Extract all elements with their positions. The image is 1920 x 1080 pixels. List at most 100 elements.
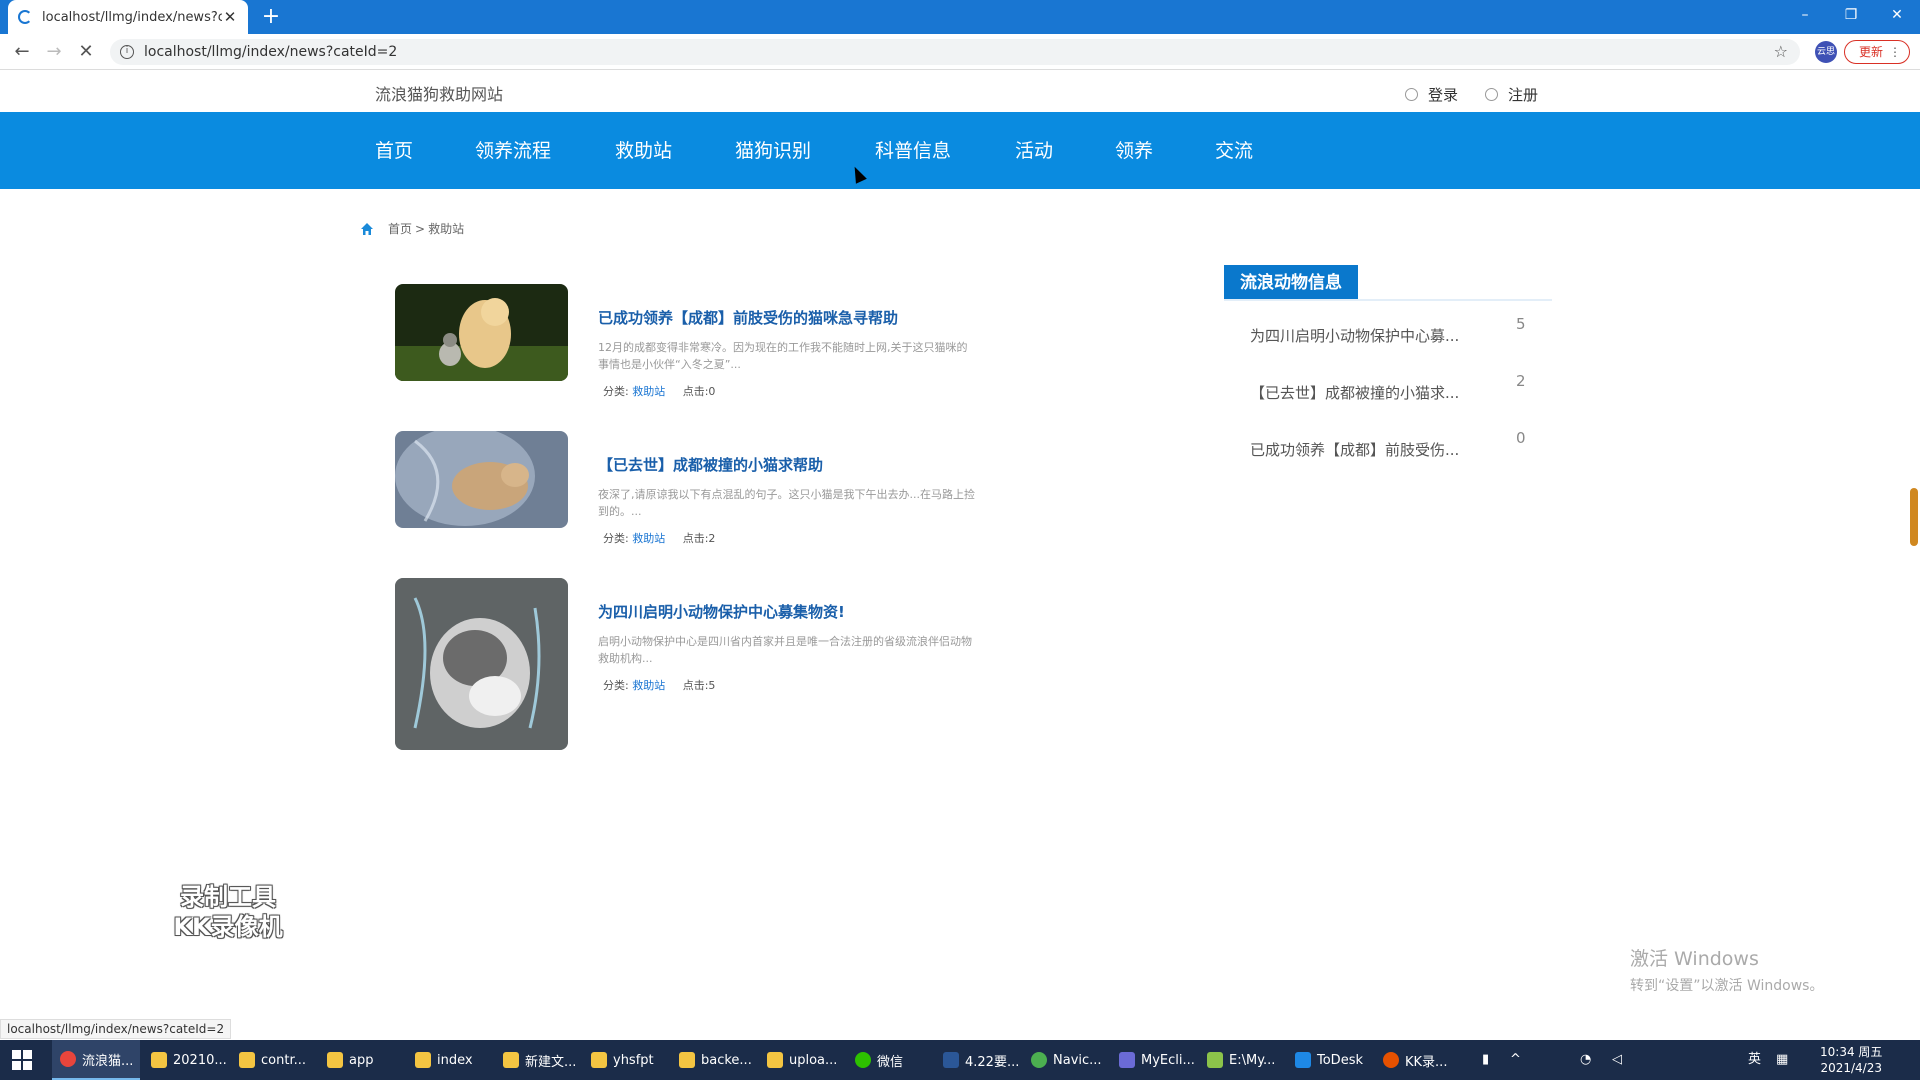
taskbar-item[interactable]: yhsfpt [583, 1040, 668, 1080]
taskbar-item[interactable]: 流浪猫... [52, 1040, 140, 1080]
taskbar-item[interactable]: app [319, 1040, 404, 1080]
new-tab-button[interactable]: + [258, 4, 284, 30]
news-title[interactable]: 【已去世】成都被撞的小猫求帮助 [598, 454, 823, 475]
notepad-icon [1207, 1052, 1223, 1068]
myeclipse-icon [1119, 1052, 1135, 1068]
watermark-line: KK录像机 [173, 913, 283, 941]
taskbar-item[interactable]: 20210... [143, 1040, 228, 1080]
page-scrollbar-thumb[interactable] [1910, 488, 1918, 546]
nav-item-rescue-station[interactable]: 救助站 [615, 136, 672, 163]
stop-loading-icon[interactable]: ✕ [74, 40, 98, 64]
sidebar-item-title[interactable]: 已成功领养【成都】前肢受伤... [1250, 439, 1459, 460]
watermark-line: 录制工具 [180, 883, 276, 911]
taskbar-item-label: uploa... [789, 1052, 838, 1068]
volume-icon[interactable]: ◁ [1612, 1040, 1622, 1080]
taskbar-item-label: ToDesk [1317, 1052, 1363, 1068]
activation-title: 激活 Windows [1630, 948, 1759, 970]
menu-dots-icon[interactable]: ⋮ [1889, 41, 1901, 63]
tab-title: localhost/llmg/index/news?cat [42, 9, 222, 25]
taskbar-item[interactable]: uploa... [759, 1040, 844, 1080]
windows-activation-notice: 激活 Windows 转到“设置”以激活 Windows。 [1630, 944, 1823, 995]
home-icon[interactable] [360, 222, 374, 236]
ime-indicator[interactable]: 英 [1748, 1040, 1761, 1080]
taskbar-item[interactable]: KK录... [1375, 1040, 1460, 1080]
battery-icon[interactable]: ▮ [1482, 1040, 1489, 1080]
folder-icon [767, 1052, 783, 1068]
news-title[interactable]: 为四川启明小动物保护中心募集物资! [598, 601, 845, 622]
nav-item-home[interactable]: 首页 [375, 136, 413, 163]
recorder-watermark: 录制工具 KK录像机 [158, 882, 298, 942]
taskbar-item-label: KK录... [1405, 1054, 1448, 1070]
folder-icon [679, 1052, 695, 1068]
folder-icon [151, 1052, 167, 1068]
taskbar-item[interactable]: Navic... [1023, 1040, 1108, 1080]
tab-close-icon[interactable]: ✕ [222, 8, 238, 26]
close-window-button[interactable]: ✕ [1874, 0, 1920, 30]
taskbar-item-label: 流浪猫... [82, 1053, 134, 1069]
folder-icon [503, 1052, 519, 1068]
taskbar-item[interactable]: 微信 [847, 1040, 932, 1080]
nav-item-adoption-process[interactable]: 领养流程 [475, 136, 551, 163]
system-clock[interactable]: 10:34 周五 2021/4/23 [1820, 1044, 1882, 1076]
network-icon[interactable]: ◔ [1580, 1040, 1591, 1080]
category-link[interactable]: 救助站 [632, 532, 665, 545]
update-label: 更新 [1859, 45, 1884, 59]
sidebar-item-title[interactable]: 为四川启明小动物保护中心募... [1250, 325, 1459, 346]
tray-expand-icon[interactable]: ^ [1510, 1040, 1521, 1080]
category-link[interactable]: 救助站 [632, 679, 665, 692]
click-count: 点击:2 [682, 532, 716, 545]
category-label: 分类: [603, 679, 629, 692]
taskbar-item-label: index [437, 1052, 473, 1068]
news-title[interactable]: 已成功领养【成都】前肢受伤的猫咪急寻帮助 [598, 307, 898, 328]
breadcrumb-separator: > [415, 221, 426, 236]
windows-taskbar: 流浪猫... 20210... contr... app index 新建文..… [0, 1040, 1920, 1080]
taskbar-item-label: MyEcli... [1141, 1052, 1195, 1068]
update-button[interactable]: 更新 ⋮ [1844, 40, 1910, 64]
sidebar-item-count: 0 [1516, 429, 1526, 447]
nav-item-exchange[interactable]: 交流 [1215, 136, 1253, 163]
login-link[interactable]: 登录 [1405, 84, 1458, 105]
chrome-icon [60, 1051, 76, 1067]
forward-arrow-icon[interactable]: → [42, 40, 66, 64]
nav-item-activities[interactable]: 活动 [1015, 136, 1053, 163]
taskbar-item[interactable]: backe... [671, 1040, 756, 1080]
news-thumbnail[interactable] [395, 284, 568, 381]
folder-icon [327, 1052, 343, 1068]
taskbar-item-label: backe... [701, 1052, 752, 1068]
news-thumbnail[interactable] [395, 431, 568, 528]
taskbar-item[interactable]: 4.22要... [935, 1040, 1020, 1080]
breadcrumb-home[interactable]: 首页 [388, 220, 412, 237]
folder-icon [415, 1052, 431, 1068]
nav-item-adopt[interactable]: 领养 [1115, 136, 1153, 163]
taskbar-item[interactable]: MyEcli... [1111, 1040, 1196, 1080]
windows-start-icon[interactable] [12, 1050, 32, 1070]
news-item: 为四川启明小动物保护中心募集物资! 启明小动物保护中心是四川省内首家并且是唯一合… [395, 578, 995, 753]
restore-button[interactable]: ❐ [1828, 0, 1874, 30]
taskbar-item[interactable]: ToDesk [1287, 1040, 1372, 1080]
taskbar-item-label: 20210... [173, 1052, 227, 1068]
taskbar-item[interactable]: contr... [231, 1040, 316, 1080]
register-link[interactable]: 注册 [1485, 84, 1538, 105]
url-bar[interactable]: i localhost/llmg/index/news?cateId=2 ☆ [110, 39, 1800, 65]
taskbar-item[interactable]: E:\My... [1199, 1040, 1284, 1080]
profile-avatar[interactable]: 云思 [1815, 41, 1837, 63]
category-link[interactable]: 救助站 [632, 385, 665, 398]
taskbar-item[interactable]: 新建文... [495, 1040, 580, 1080]
url-text: localhost/llmg/index/news?cateId=2 [144, 44, 398, 60]
address-toolbar: ← → ✕ i localhost/llmg/index/news?cateId… [0, 34, 1920, 70]
news-meta: 分类: 救助站 点击:5 [603, 677, 715, 693]
ime-mode-icon[interactable]: ▦ [1776, 1040, 1788, 1080]
news-thumbnail[interactable] [395, 578, 568, 750]
nav-item-pet-recognition[interactable]: 猫狗识别 [735, 136, 811, 163]
minimize-button[interactable]: – [1782, 0, 1828, 30]
taskbar-item[interactable]: index [407, 1040, 492, 1080]
news-description: 启明小动物保护中心是四川省内首家并且是唯一合法注册的省级流浪伴侣动物救助机构..… [598, 635, 972, 665]
nav-item-science-info[interactable]: 科普信息 [875, 136, 951, 163]
browser-tab[interactable]: localhost/llmg/index/news?cat ✕ [8, 0, 248, 34]
site-name: 流浪猫狗救助网站 [375, 85, 504, 104]
site-info-icon[interactable]: i [120, 45, 134, 59]
back-arrow-icon[interactable]: ← [10, 40, 34, 64]
bookmark-star-icon[interactable]: ☆ [1774, 42, 1788, 61]
sidebar-item-title[interactable]: 【已去世】成都被撞的小猫求... [1250, 382, 1459, 403]
news-meta: 分类: 救助站 点击:0 [603, 383, 715, 399]
